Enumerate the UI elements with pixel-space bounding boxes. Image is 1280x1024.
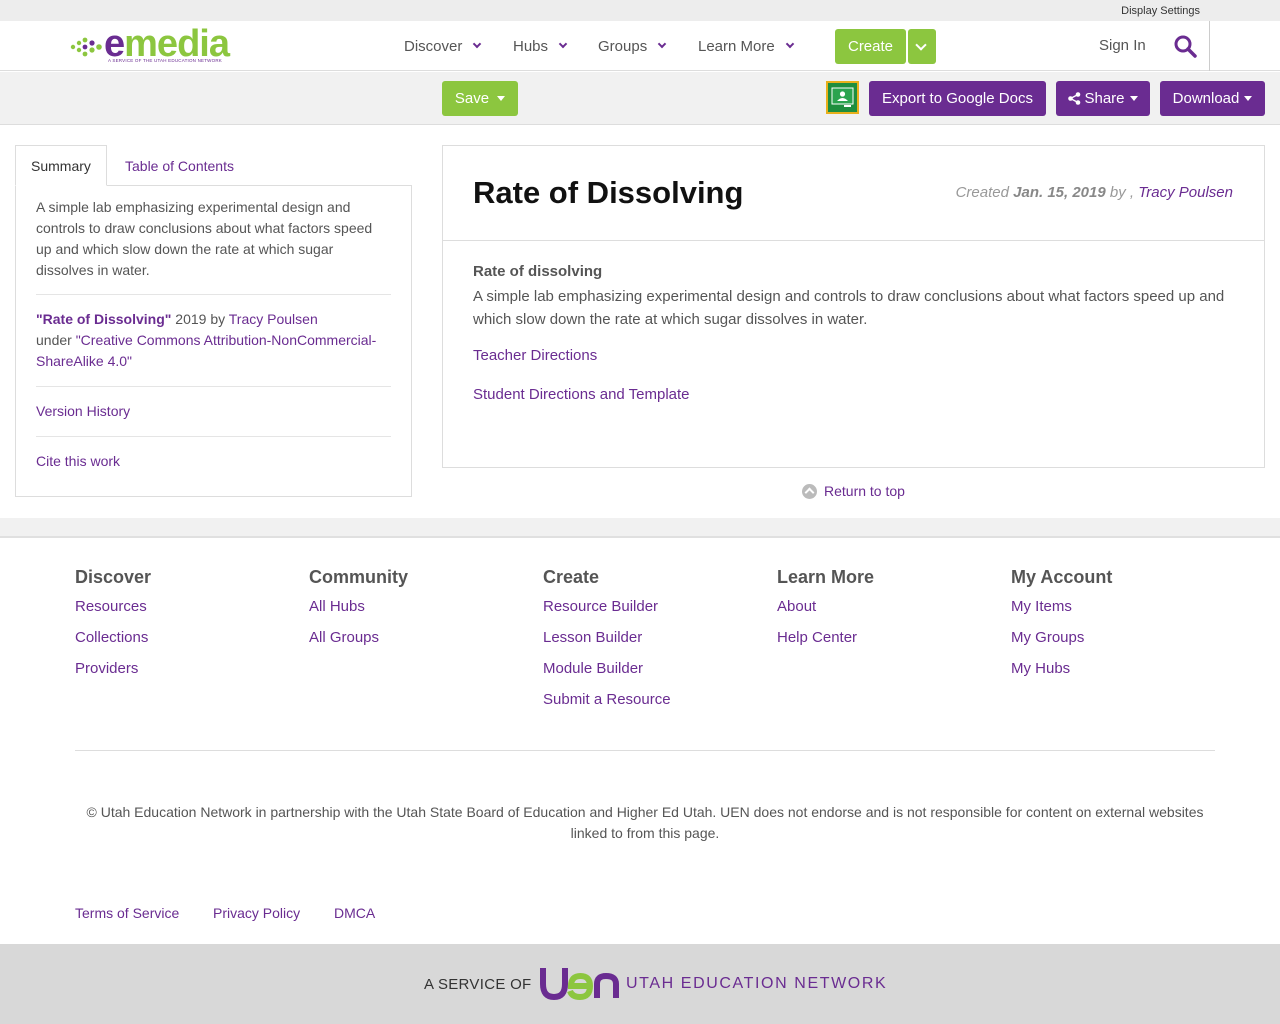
uen-band: A SERVICE OF UTAH EDUCATION NETWORK xyxy=(0,944,1280,1024)
cite-work-link[interactable]: Cite this work xyxy=(36,453,120,469)
footer-link[interactable]: Lesson Builder xyxy=(543,629,671,660)
logo-dots-icon xyxy=(70,37,102,57)
footer-link[interactable]: My Hubs xyxy=(1011,660,1112,691)
caret-down-icon xyxy=(497,96,506,101)
footer-link[interactable]: All Groups xyxy=(309,629,408,660)
footer-col-create: Create Resource Builder Lesson Builder M… xyxy=(543,567,671,722)
share-icon xyxy=(1068,92,1081,105)
footer-col-learn-more: Learn More About Help Center xyxy=(777,567,874,660)
save-button[interactable]: Save xyxy=(442,81,518,116)
caret-down-icon xyxy=(1244,96,1253,101)
chevron-down-icon xyxy=(558,39,568,49)
resource-toolbar: Save Export to Google Docs Share Downloa… xyxy=(0,72,1280,125)
footer-link[interactable]: Submit a Resource xyxy=(543,691,671,722)
caret-down-icon xyxy=(1129,96,1138,101)
chevron-down-icon xyxy=(473,39,482,49)
site-header: emedia A SERVICE OF THE UTAH EDUCATION N… xyxy=(0,21,1280,71)
return-to-top-link[interactable]: Return to top xyxy=(802,483,905,499)
share-button[interactable]: Share xyxy=(1056,81,1150,116)
divider xyxy=(443,240,1264,241)
download-button[interactable]: Download xyxy=(1160,81,1265,116)
footer-link[interactable]: Providers xyxy=(75,660,151,691)
version-history-link[interactable]: Version History xyxy=(36,403,130,419)
header-divider xyxy=(1209,21,1210,71)
sign-in-link[interactable]: Sign In xyxy=(1099,37,1146,54)
privacy-policy-link[interactable]: Privacy Policy xyxy=(213,905,300,921)
page-title: Rate of Dissolving xyxy=(473,175,744,210)
footer-link[interactable]: Module Builder xyxy=(543,660,671,691)
footer-link[interactable]: My Groups xyxy=(1011,629,1112,660)
footer-link[interactable]: Collections xyxy=(75,629,151,660)
license-link[interactable]: "Creative Commons Attribution-NonCommerc… xyxy=(36,332,376,369)
summary-text: A simple lab emphasizing experimental de… xyxy=(36,199,373,278)
tab-table-of-contents[interactable]: Table of Contents xyxy=(110,145,249,186)
divider xyxy=(36,386,391,387)
emedia-logo[interactable]: emedia A SERVICE OF THE UTAH EDUCATION N… xyxy=(70,23,245,67)
footer-link[interactable]: Help Center xyxy=(777,629,874,660)
divider xyxy=(36,294,391,295)
nav-groups[interactable]: Groups xyxy=(598,21,667,71)
arrow-up-icon xyxy=(802,483,817,499)
resource-panel: Rate of Dissolving Created Jan. 15, 2019… xyxy=(442,145,1265,468)
nav-discover[interactable]: Discover xyxy=(404,21,482,71)
terms-of-service-link[interactable]: Terms of Service xyxy=(75,905,179,921)
logo-tagline: A SERVICE OF THE UTAH EDUCATION NETWORK xyxy=(108,58,222,63)
nav-learn-more[interactable]: Learn More xyxy=(698,21,794,71)
create-dropdown-button[interactable] xyxy=(908,29,936,64)
attribution: "Rate of Dissolving" 2019 by Tracy Pouls… xyxy=(36,311,377,369)
attribution-title-link[interactable]: "Rate of Dissolving" xyxy=(36,311,171,327)
resource-meta: Created Jan. 15, 2019 by , Tracy Poulsen xyxy=(955,184,1233,201)
dmca-link[interactable]: DMCA xyxy=(334,905,375,921)
footer-link[interactable]: Resources xyxy=(75,598,151,629)
footer-link[interactable]: Resource Builder xyxy=(543,598,671,629)
footer-col-discover: Discover Resources Collections Providers xyxy=(75,567,151,691)
footer-divider xyxy=(75,750,1215,751)
display-settings-link[interactable]: Display Settings xyxy=(1121,5,1200,17)
top-strip: Display Settings xyxy=(0,0,1280,21)
chevron-down-icon xyxy=(915,39,927,51)
uen-wordmark: UTAH EDUCATION NETWORK xyxy=(626,975,888,992)
search-icon[interactable] xyxy=(1173,34,1197,58)
resource-description: A simple lab emphasizing experimental de… xyxy=(473,288,1225,328)
content-bottom-band xyxy=(0,518,1280,538)
chevron-down-icon xyxy=(657,39,667,49)
divider xyxy=(36,436,391,437)
footer-col-community: Community All Hubs All Groups xyxy=(309,567,408,660)
student-directions-link[interactable]: Student Directions and Template xyxy=(473,386,690,403)
nav-hubs[interactable]: Hubs xyxy=(513,21,568,71)
footer-link[interactable]: About xyxy=(777,598,874,629)
copyright-text: © Utah Education Network in partnership … xyxy=(86,804,1204,841)
left-tabs: Summary Table of Contents xyxy=(15,145,412,186)
export-google-docs-button[interactable]: Export to Google Docs xyxy=(869,81,1046,116)
chevron-down-icon xyxy=(785,39,794,49)
attribution-author-link[interactable]: Tracy Poulsen xyxy=(229,311,318,327)
resource-heading: Rate of dissolving xyxy=(473,263,603,280)
footer-link[interactable]: My Items xyxy=(1011,598,1112,629)
footer-link[interactable]: All Hubs xyxy=(309,598,408,629)
teacher-directions-link[interactable]: Teacher Directions xyxy=(473,347,597,364)
uen-logo-icon[interactable] xyxy=(540,964,620,1002)
tab-summary[interactable]: Summary xyxy=(15,145,107,186)
author-link[interactable]: Tracy Poulsen xyxy=(1138,184,1233,201)
service-of-label: A SERVICE OF xyxy=(424,976,532,993)
footer-col-my-account: My Account My Items My Groups My Hubs xyxy=(1011,567,1112,691)
summary-panel: A simple lab emphasizing experimental de… xyxy=(15,185,412,497)
google-classroom-icon[interactable] xyxy=(826,81,859,114)
create-button[interactable]: Create xyxy=(835,29,906,64)
